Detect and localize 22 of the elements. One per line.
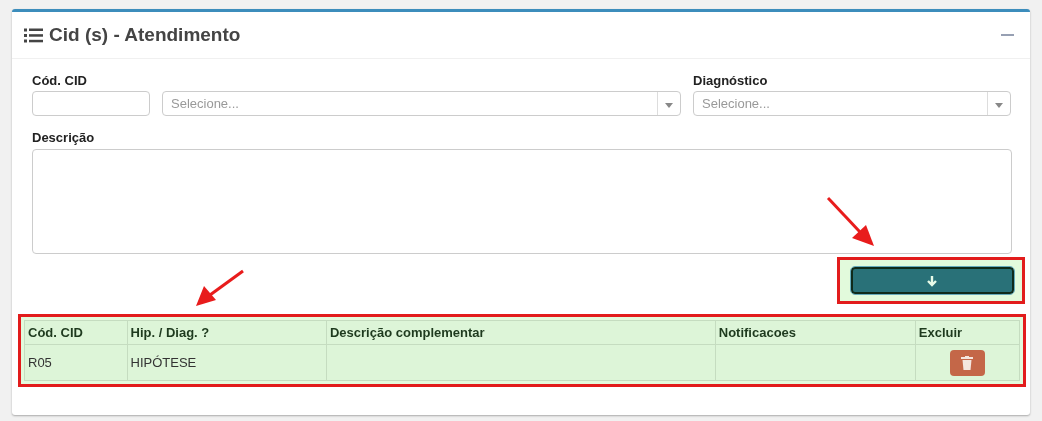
diagnosis-select-field[interactable]: Selecione... [693,91,1011,116]
delete-button[interactable] [949,349,985,376]
description-textarea[interactable] [32,149,1012,254]
annotation-arrow [196,269,244,306]
column-header: Notificacoes [715,320,916,345]
add-button[interactable] [850,267,1014,294]
code-input-field[interactable] [32,91,150,116]
arrow-down-icon [926,274,938,287]
table-cell: R05 [24,344,128,381]
panel-title: Cid (s) - Atendimento [49,24,241,46]
field-label: Diagnóstico [693,73,769,88]
list-icon [24,27,43,43]
field-label: Cód. CID [32,73,88,88]
column-header: Descrição complementar [326,320,716,345]
column-header: Excluir [915,320,1020,345]
table-cell: HIPÓTESE [127,344,327,381]
field-label: Descrição [32,130,96,145]
column-header: Cód. CID [24,320,128,345]
code-select-field[interactable]: Selecione... [162,91,681,116]
column-header: Hip. / Diag. ? [127,320,327,345]
annotation-arrow [826,196,874,246]
trash-icon [961,355,974,370]
